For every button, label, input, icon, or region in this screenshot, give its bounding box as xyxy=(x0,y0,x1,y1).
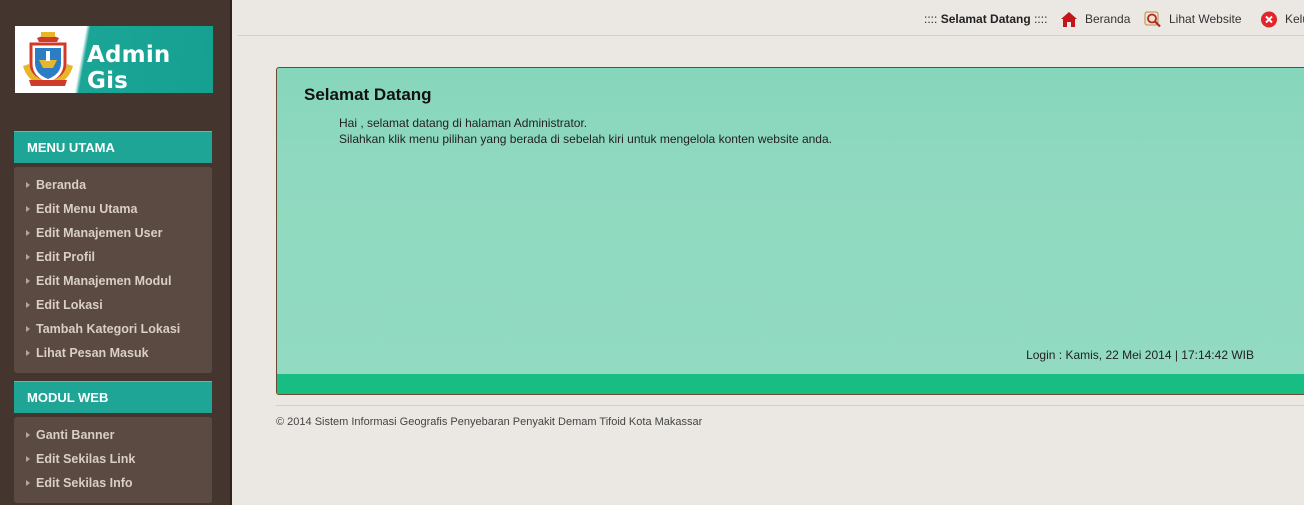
sidebar-item-lihat-pesan-masuk[interactable]: Lihat Pesan Masuk xyxy=(14,341,212,365)
sidebar-item-label: Ganti Banner xyxy=(36,428,115,442)
footer-divider xyxy=(276,405,1304,406)
sidebar-item-edit-menu-utama[interactable]: Edit Menu Utama xyxy=(14,197,212,221)
city-emblem-icon xyxy=(23,32,73,86)
sidebar-item-edit-sekilas-info[interactable]: Edit Sekilas Info xyxy=(14,471,212,495)
arrow-right-icon xyxy=(26,278,30,284)
welcome-top-text: :::: Selamat Datang :::: xyxy=(924,12,1047,26)
sidebar-item-label: Edit Sekilas Info xyxy=(36,476,133,490)
brand-title: Admin Gis xyxy=(87,42,171,93)
main-content: :::: Selamat Datang :::: Beranda Lihat W… xyxy=(234,0,1304,505)
sidebar-item-label: Beranda xyxy=(36,178,87,192)
footer-text: © 2014 Sistem Informasi Geografis Penyeb… xyxy=(276,416,703,428)
panel-title: Selamat Datang xyxy=(304,85,432,104)
sidebar-item-edit-manajemen-user[interactable]: Edit Manajemen User xyxy=(14,221,212,245)
sidebar-item-edit-lokasi[interactable]: Edit Lokasi xyxy=(14,293,212,317)
arrow-right-icon xyxy=(26,302,30,308)
welcome-message-line-1: Hai , selamat datang di halaman Administ… xyxy=(339,116,588,130)
panel-bottom-bar xyxy=(277,374,1304,394)
login-timestamp: Login : Kamis, 22 Mei 2014 | 17:14:42 WI… xyxy=(1026,348,1254,362)
lihat-website-link[interactable]: Lihat Website xyxy=(1169,12,1242,26)
arrow-right-icon xyxy=(26,432,30,438)
logo[interactable]: Admin Gis xyxy=(15,26,213,93)
arrow-right-icon xyxy=(26,206,30,212)
sidebar-item-edit-profil[interactable]: Edit Profil xyxy=(14,245,212,269)
arrow-right-icon xyxy=(26,182,30,188)
welcome-prefix: :::: xyxy=(924,12,938,26)
sidebar-item-tambah-kategori-lokasi[interactable]: Tambah Kategori Lokasi xyxy=(14,317,212,341)
modul-web-header: MODUL WEB xyxy=(14,381,212,413)
sidebar-item-label: Edit Menu Utama xyxy=(36,202,138,216)
sidebar-item-label: Tambah Kategori Lokasi xyxy=(36,322,181,336)
view-website-icon[interactable] xyxy=(1144,11,1162,28)
sidebar-item-label: Edit Manajemen Modul xyxy=(36,274,172,288)
arrow-right-icon xyxy=(26,254,30,260)
top-bar: :::: Selamat Datang :::: Beranda Lihat W… xyxy=(238,4,1304,36)
sidebar-item-edit-sekilas-link[interactable]: Edit Sekilas Link xyxy=(14,447,212,471)
welcome-message-line-2: Silahkan klik menu pilihan yang berada d… xyxy=(339,132,832,146)
sidebar-item-beranda[interactable]: Beranda xyxy=(14,173,212,197)
sidebar-item-label: Edit Profil xyxy=(36,250,96,264)
sidebar-item-ganti-banner[interactable]: Ganti Banner xyxy=(14,423,212,447)
welcome-suffix: :::: xyxy=(1034,12,1048,26)
arrow-right-icon xyxy=(26,480,30,486)
welcome-panel: Selamat Datang Hai , selamat datang di h… xyxy=(276,67,1304,395)
arrow-right-icon xyxy=(26,326,30,332)
sidebar: Admin Gis MENU UTAMA Beranda Edit Menu U… xyxy=(0,0,232,505)
arrow-right-icon xyxy=(26,350,30,356)
sidebar-item-label: Edit Lokasi xyxy=(36,298,103,312)
sidebar-item-label: Edit Sekilas Link xyxy=(36,452,136,466)
home-icon[interactable] xyxy=(1060,11,1078,28)
welcome-label: Selamat Datang xyxy=(940,12,1031,26)
arrow-right-icon xyxy=(26,456,30,462)
admin-app: Admin Gis MENU UTAMA Beranda Edit Menu U… xyxy=(0,0,1304,505)
menu-utama-list: Beranda Edit Menu Utama Edit Manajemen U… xyxy=(14,167,212,373)
menu-utama-header: MENU UTAMA xyxy=(14,131,212,163)
modul-web-list: Ganti Banner Edit Sekilas Link Edit Seki… xyxy=(14,417,212,503)
arrow-right-icon xyxy=(26,230,30,236)
beranda-link[interactable]: Beranda xyxy=(1085,12,1130,26)
keluar-link[interactable]: Keluar xyxy=(1285,12,1304,26)
sidebar-item-edit-manajemen-modul[interactable]: Edit Manajemen Modul xyxy=(14,269,212,293)
close-icon[interactable] xyxy=(1260,11,1278,28)
sidebar-item-label: Edit Manajemen User xyxy=(36,226,163,240)
sidebar-item-label: Lihat Pesan Masuk xyxy=(36,346,149,360)
